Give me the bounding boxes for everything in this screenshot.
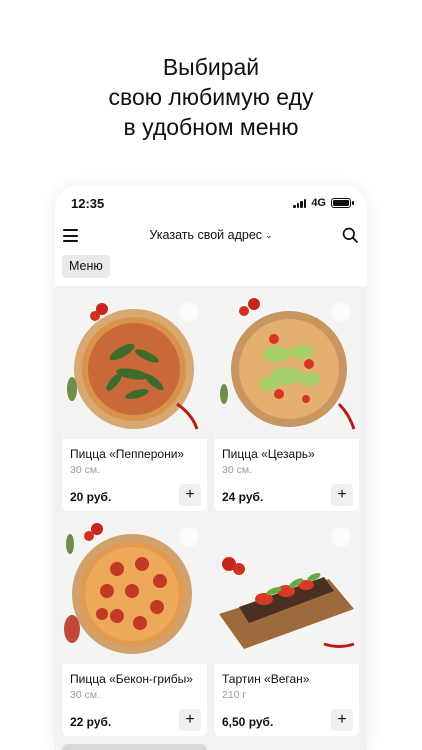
product-card[interactable]: Пицца «Бекон-грибы» 30 см. 22 руб. +	[62, 519, 207, 736]
phone-screen: 12:35 4G Указать свой адрес ⌄ Меню Пицца…	[55, 186, 367, 750]
address-selector[interactable]: Указать свой адрес ⌄	[55, 228, 367, 242]
favorite-heart-icon[interactable]	[331, 527, 351, 547]
search-icon[interactable]	[342, 227, 358, 243]
favorite-heart-icon[interactable]	[179, 302, 199, 322]
product-name: Пицца «Бекон-грибы»	[70, 672, 193, 686]
product-price: 20 руб.	[70, 490, 112, 504]
product-card[interactable]: Тартин «Веган» 210 г 6,50 руб. +	[214, 519, 359, 736]
promo-line-3: в удобном меню	[123, 114, 299, 140]
network-label: 4G	[311, 197, 326, 209]
address-label: Указать свой адрес	[149, 228, 263, 242]
promo-line-2: свою любимую еду	[108, 84, 314, 110]
product-name: Пицца «Пепперони»	[70, 447, 185, 461]
promo-heading: Выбирай свою любимую еду в удобном меню	[0, 52, 422, 142]
menu-category-chip[interactable]: Меню	[62, 255, 110, 278]
add-to-cart-button[interactable]: +	[331, 484, 353, 506]
next-card-peek	[62, 744, 207, 750]
add-to-cart-button[interactable]: +	[179, 709, 201, 731]
promo-line-1: Выбирай	[162, 54, 260, 80]
chevron-down-icon: ⌄	[265, 230, 273, 240]
product-card[interactable]: Пицца «Пепперони» 30 см. 20 руб. +	[62, 294, 207, 511]
product-name: Тартин «Веган»	[222, 672, 310, 686]
product-price: 24 руб.	[222, 490, 264, 504]
battery-icon	[331, 198, 354, 208]
product-size: 30 см.	[222, 464, 252, 476]
add-to-cart-button[interactable]: +	[179, 484, 201, 506]
product-price: 22 руб.	[70, 715, 112, 729]
top-bar: 12:35 4G Указать свой адрес ⌄ Меню	[55, 186, 367, 286]
product-size: 30 см.	[70, 464, 100, 476]
add-to-cart-button[interactable]: +	[331, 709, 353, 731]
app-bar: Указать свой адрес ⌄	[55, 222, 367, 252]
product-price: 6,50 руб.	[222, 715, 274, 729]
favorite-heart-icon[interactable]	[179, 527, 199, 547]
product-size: 30 см.	[70, 689, 100, 701]
product-name: Пицца «Цезарь»	[222, 447, 315, 461]
status-indicators: 4G	[293, 197, 354, 209]
status-time: 12:35	[71, 196, 105, 211]
signal-icon	[293, 198, 307, 208]
product-card[interactable]: Пицца «Цезарь» 30 см. 24 руб. +	[214, 294, 359, 511]
product-size: 210 г	[222, 689, 247, 701]
favorite-heart-icon[interactable]	[331, 302, 351, 322]
status-bar: 12:35 4G	[55, 194, 367, 214]
